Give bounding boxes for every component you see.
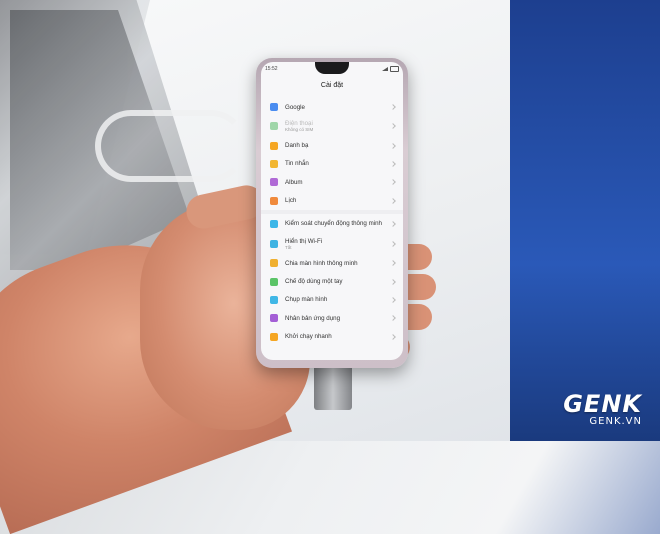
app-clone-icon bbox=[270, 314, 278, 323]
one-hand-icon bbox=[270, 277, 278, 286]
chevron-right-icon bbox=[390, 297, 396, 303]
chevron-right-icon bbox=[390, 278, 396, 285]
calendar-icon bbox=[270, 196, 278, 205]
settings-item-label: Danh bạ bbox=[285, 142, 309, 150]
settings-item-subtitle: Tắt bbox=[285, 244, 292, 250]
settings-item-text: Chế độ dùng một tay bbox=[285, 278, 342, 285]
settings-item-subtitle: Không có SIM bbox=[285, 127, 314, 133]
settings-item[interactable]: Album bbox=[261, 173, 403, 191]
signal-icon bbox=[382, 67, 388, 71]
settings-item-text: Khởi chạy nhanh bbox=[285, 333, 332, 340]
settings-item-label: Chụp màn hình bbox=[285, 296, 328, 304]
settings-item-label: Lịch bbox=[285, 197, 297, 205]
chevron-right-icon bbox=[390, 179, 396, 186]
settings-item[interactable]: Chế độ dùng một tay bbox=[261, 272, 403, 290]
settings-item-text: Nhân bản ứng dụng bbox=[285, 315, 340, 322]
settings-item[interactable]: Hiển thị Wi-Fi Tắt bbox=[261, 234, 403, 254]
settings-item-label: Điện thoại bbox=[285, 120, 313, 128]
settings-item[interactable]: Nhân bản ứng dụng bbox=[261, 309, 403, 327]
settings-item-label: Album bbox=[285, 178, 303, 186]
settings-item-text: Danh bạ bbox=[285, 142, 308, 149]
chevron-right-icon bbox=[390, 241, 396, 247]
wifi-display-icon bbox=[270, 239, 278, 248]
settings-item-text: Google bbox=[285, 104, 305, 111]
chevron-right-icon bbox=[390, 123, 396, 130]
settings-item-label: Chế độ dùng một tay bbox=[285, 277, 343, 285]
settings-item[interactable]: Google bbox=[261, 98, 403, 116]
contacts-icon bbox=[270, 141, 278, 150]
settings-title: Cài đặt bbox=[320, 82, 344, 89]
phone-screen: 15:52 Cài đặt Google Điện thoại Không có S… bbox=[261, 62, 403, 360]
settings-item-text: Tin nhắn bbox=[285, 160, 309, 167]
settings-item-label: Chia màn hình thông minh bbox=[285, 259, 358, 267]
status-icons bbox=[382, 66, 399, 72]
settings-item-label: Khởi chạy nhanh bbox=[285, 333, 332, 341]
split-screen-icon bbox=[270, 259, 278, 268]
quick-launch-icon bbox=[270, 332, 278, 341]
chevron-right-icon bbox=[390, 315, 396, 322]
blue-background bbox=[510, 0, 660, 441]
settings-list: Google Điện thoại Không có SIM Danh bạ Tin n… bbox=[261, 98, 403, 346]
google-icon bbox=[270, 103, 278, 112]
chevron-right-icon bbox=[390, 197, 396, 204]
chevron-right-icon bbox=[390, 161, 396, 167]
settings-item-label: Nhân bản ứng dụng bbox=[285, 314, 341, 322]
notch bbox=[315, 62, 349, 74]
settings-item-text: Điện thoại Không có SIM bbox=[285, 120, 313, 132]
settings-item-text: Kiểm soát chuyển động thông minh bbox=[285, 220, 382, 227]
settings-item[interactable]: Điện thoại Không có SIM bbox=[261, 116, 403, 136]
album-icon bbox=[270, 178, 278, 187]
settings-item-text: Chia màn hình thông minh bbox=[285, 260, 358, 267]
chevron-right-icon bbox=[390, 260, 396, 266]
battery-icon bbox=[390, 66, 399, 72]
genk-logo: GENK bbox=[563, 390, 642, 418]
settings-item-label: Tin nhắn bbox=[285, 160, 309, 168]
watermark: GENK GENK.VN bbox=[563, 390, 642, 427]
screenshot-icon bbox=[270, 295, 278, 304]
chevron-right-icon bbox=[390, 142, 396, 149]
settings-item[interactable]: Chụp màn hình bbox=[261, 291, 403, 309]
settings-item-text: Hiển thị Wi-Fi Tắt bbox=[285, 238, 322, 250]
settings-item[interactable]: Lịch bbox=[261, 192, 403, 210]
chevron-right-icon bbox=[390, 221, 396, 227]
settings-item[interactable]: Khởi chạy nhanh bbox=[261, 328, 403, 346]
settings-item[interactable]: Kiểm soát chuyển động thông minh bbox=[261, 214, 403, 234]
settings-item-text: Chụp màn hình bbox=[285, 296, 327, 303]
settings-item-label: Google bbox=[285, 103, 305, 111]
settings-item-label: Hiển thị Wi-Fi bbox=[285, 237, 323, 245]
settings-item[interactable]: Chia màn hình thông minh bbox=[261, 254, 403, 272]
chevron-right-icon bbox=[390, 104, 396, 111]
phone-icon bbox=[270, 122, 278, 131]
security-cable-mount bbox=[314, 362, 352, 410]
settings-item[interactable]: Danh bạ bbox=[261, 136, 403, 154]
white-cable bbox=[95, 110, 247, 182]
settings-item-text: Album bbox=[285, 179, 303, 186]
settings-item[interactable]: Tin nhắn bbox=[261, 155, 403, 173]
motion-icon bbox=[270, 219, 278, 228]
settings-item-label: Kiểm soát chuyển động thông minh bbox=[285, 220, 382, 228]
chevron-right-icon bbox=[390, 333, 396, 340]
status-time: 15:52 bbox=[265, 66, 278, 72]
settings-item-text: Lịch bbox=[285, 197, 296, 204]
smartphone: 15:52 Cài đặt Google Điện thoại Không có S… bbox=[256, 58, 408, 368]
messages-icon bbox=[270, 159, 278, 168]
